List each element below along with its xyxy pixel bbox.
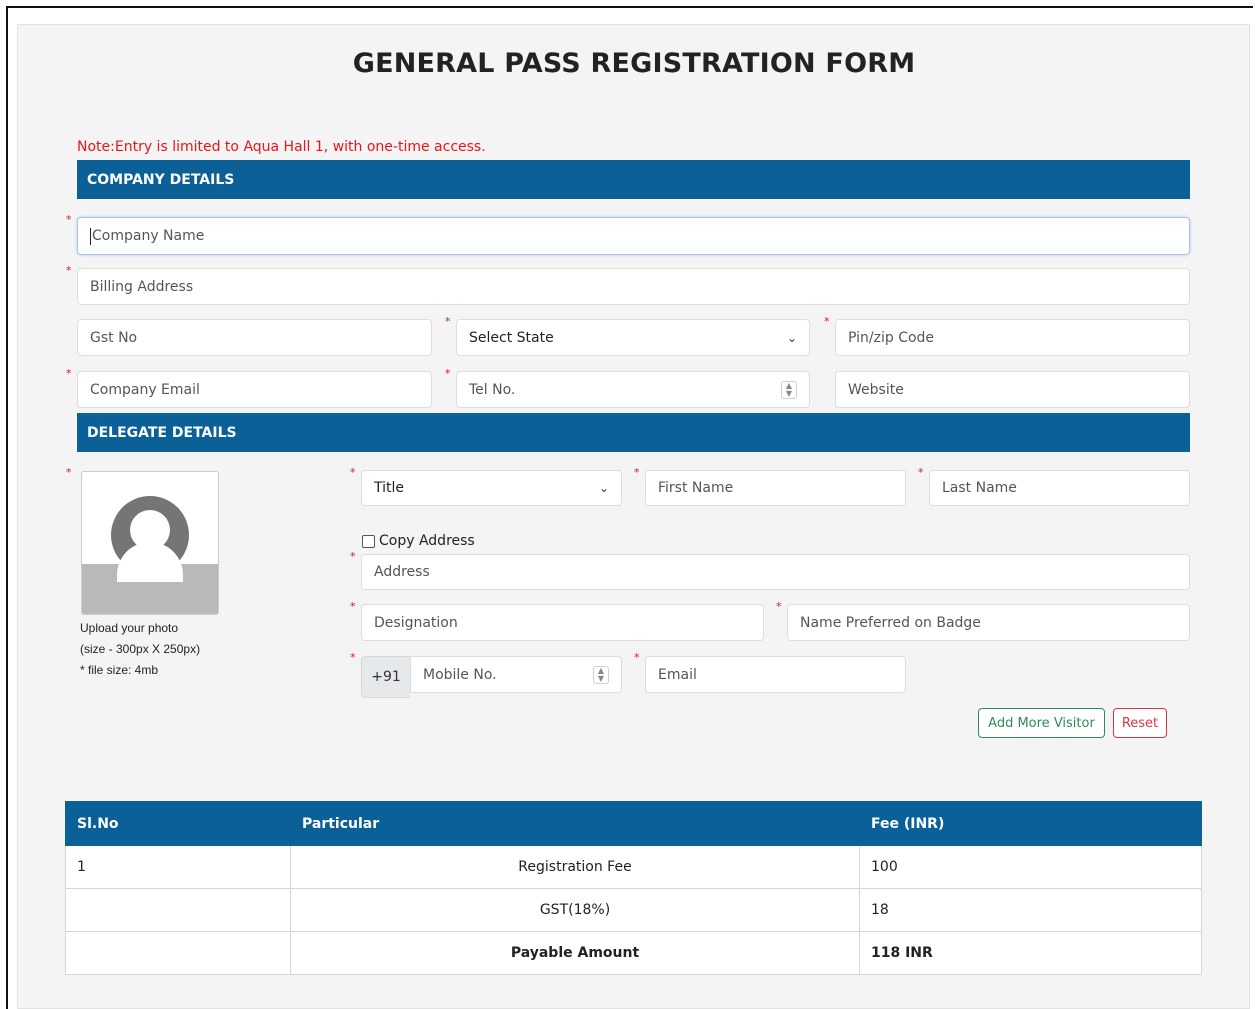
- company-name-placeholder: Company Name: [92, 228, 205, 244]
- number-spinner-icon[interactable]: ▲ ▼: [593, 665, 609, 684]
- company-details-heading: COMPANY DETAILS: [87, 171, 235, 188]
- required-mark: *: [634, 466, 640, 479]
- mobile-prefix-label: +91: [371, 669, 401, 685]
- badge-name-placeholder: Name Preferred on Badge: [800, 614, 981, 631]
- first-name-placeholder: First Name: [658, 480, 734, 496]
- mobile-no-input[interactable]: Mobile No. ▲ ▼: [410, 656, 622, 693]
- checkbox-icon[interactable]: [362, 534, 375, 548]
- fee-table: Sl.No Particular Fee (INR) 1 Registratio…: [65, 801, 1202, 975]
- photo-note-line-2: (size - 300px X 250px): [80, 642, 201, 656]
- delegate-details-header: DELEGATE DETAILS: [77, 413, 1190, 452]
- email-placeholder: Email: [658, 666, 697, 683]
- chevron-down-icon: ⌄: [786, 330, 797, 345]
- cell-particular: Payable Amount: [290, 931, 860, 975]
- entry-note: Note:Entry is limited to Aqua Hall 1, wi…: [77, 139, 486, 155]
- column-header-particular: Particular: [290, 801, 860, 846]
- table-row-total: Payable Amount 118 INR: [65, 931, 1202, 975]
- number-spinner-icon[interactable]: ▲ ▼: [781, 380, 797, 399]
- chevron-down-icon: ⌄: [598, 481, 609, 495]
- photo-upload[interactable]: [81, 471, 219, 615]
- delegate-details-heading: DELEGATE DETAILS: [87, 424, 237, 441]
- title-select[interactable]: Title ⌄: [361, 470, 622, 506]
- address-input[interactable]: Address: [361, 554, 1190, 590]
- cell-sl-no: [65, 931, 291, 975]
- fee-table-header-row: Sl.No Particular Fee (INR): [65, 801, 1202, 846]
- cell-sl-no: 1: [65, 845, 291, 889]
- required-mark: *: [66, 264, 72, 277]
- required-mark: *: [66, 466, 72, 479]
- required-mark: *: [918, 466, 924, 479]
- website-placeholder: Website: [848, 381, 904, 398]
- photo-note-line-3: * file size: 4mb: [80, 663, 159, 677]
- required-mark: *: [776, 600, 782, 613]
- cell-particular: GST(18%): [290, 888, 860, 932]
- required-mark: *: [350, 600, 356, 613]
- required-mark: *: [824, 315, 830, 328]
- company-details-header: COMPANY DETAILS: [77, 160, 1190, 199]
- required-mark: *: [350, 550, 356, 563]
- copy-address-checkbox[interactable]: Copy Address: [362, 533, 475, 549]
- billing-address-placeholder: Billing Address: [90, 278, 194, 295]
- company-name-input[interactable]: Company Name: [77, 217, 1190, 255]
- required-mark: *: [445, 367, 451, 380]
- required-mark: *: [66, 367, 72, 380]
- required-mark: *: [445, 315, 451, 328]
- photo-note-line-1: Upload your photo: [80, 621, 179, 635]
- state-select-value: Select State: [469, 329, 554, 346]
- table-row: GST(18%) 18: [65, 888, 1202, 932]
- badge-name-input[interactable]: Name Preferred on Badge: [787, 604, 1190, 641]
- cell-fee: 18: [859, 888, 1202, 932]
- pin-code-placeholder: Pin/zip Code: [848, 329, 935, 346]
- column-header-sl-no: Sl.No: [65, 801, 291, 846]
- website-input[interactable]: Website: [835, 371, 1190, 408]
- mobile-no-placeholder: Mobile No.: [423, 666, 497, 683]
- email-input[interactable]: Email: [645, 656, 906, 693]
- pin-code-input[interactable]: Pin/zip Code: [835, 319, 1190, 356]
- tel-no-input[interactable]: Tel No. ▲ ▼: [456, 371, 810, 408]
- title-select-value: Title: [374, 480, 405, 496]
- required-mark: *: [634, 651, 640, 664]
- required-mark: *: [66, 213, 72, 226]
- photo-upload-note: Upload your photo (size - 300px X 250px)…: [80, 618, 200, 681]
- required-mark: *: [350, 651, 356, 664]
- reset-button[interactable]: Reset: [1113, 708, 1167, 738]
- last-name-input[interactable]: Last Name: [929, 470, 1190, 506]
- add-more-visitor-button[interactable]: Add More Visitor: [978, 708, 1105, 738]
- text-caret: [90, 227, 91, 245]
- mobile-country-code: +91: [361, 656, 410, 698]
- cell-particular: Registration Fee: [290, 845, 860, 889]
- page-title: GENERAL PASS REGISTRATION FORM: [352, 48, 916, 79]
- cell-sl-no: [65, 888, 291, 932]
- state-select[interactable]: Select State ⌄: [456, 319, 810, 356]
- gst-no-input[interactable]: Gst No: [77, 319, 432, 356]
- column-header-fee: Fee (INR): [859, 801, 1202, 846]
- last-name-placeholder: Last Name: [942, 480, 1017, 496]
- table-row: 1 Registration Fee 100: [65, 845, 1202, 889]
- address-placeholder: Address: [374, 564, 430, 580]
- billing-address-input[interactable]: Billing Address: [77, 268, 1190, 305]
- first-name-input[interactable]: First Name: [645, 470, 906, 506]
- designation-input[interactable]: Designation: [361, 604, 764, 641]
- required-mark: *: [350, 466, 356, 479]
- tel-no-placeholder: Tel No.: [469, 381, 516, 398]
- designation-placeholder: Designation: [374, 614, 458, 631]
- cell-fee: 100: [859, 845, 1202, 889]
- cell-fee: 118 INR: [859, 931, 1202, 975]
- company-email-input[interactable]: Company Email: [77, 371, 432, 408]
- copy-address-label: Copy Address: [379, 533, 475, 549]
- company-email-placeholder: Company Email: [90, 381, 200, 398]
- gst-no-placeholder: Gst No: [90, 329, 138, 346]
